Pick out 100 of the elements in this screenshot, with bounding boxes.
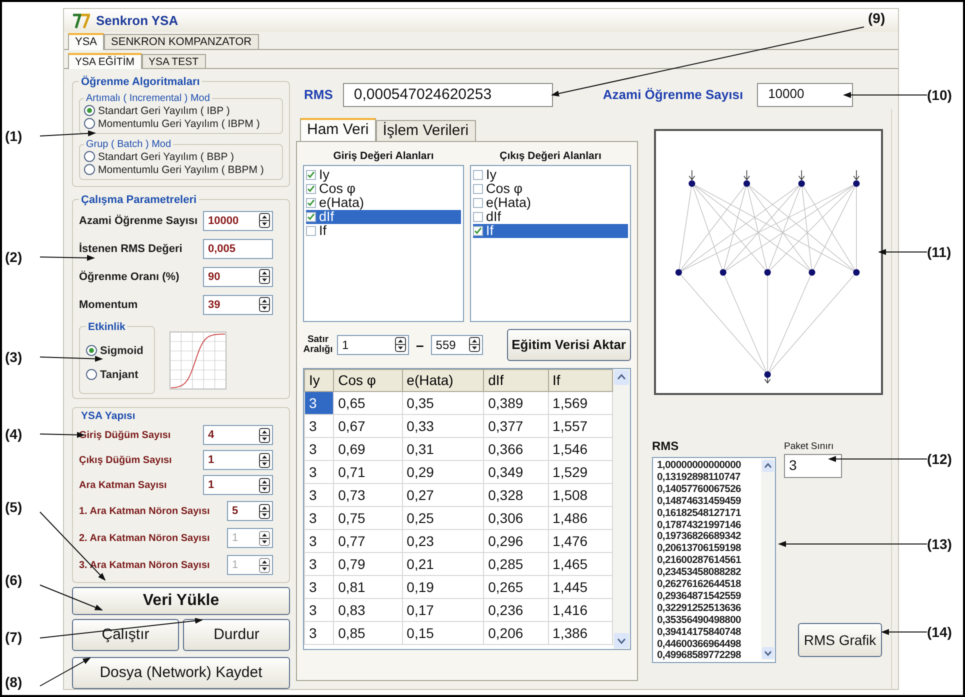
tab[interactable]: YSA	[68, 33, 104, 50]
checkbox[interactable]	[306, 184, 316, 194]
radio-button[interactable]	[84, 164, 95, 176]
max-iterations-field[interactable]: 10000	[757, 82, 854, 107]
spinner-arrows-icon[interactable]	[468, 337, 480, 352]
tab[interactable]: YSA EĞİTİM	[68, 52, 142, 69]
option-label: Sigmoid	[100, 344, 144, 357]
tab[interactable]: İşlem Verileri	[376, 120, 476, 141]
scroll-bar[interactable]	[761, 458, 775, 660]
spinner-arrows-icon[interactable]	[259, 428, 270, 443]
table-cell: 0,85	[334, 621, 402, 644]
checkbox[interactable]	[473, 198, 483, 208]
column-header[interactable]: e(Hata)	[402, 369, 484, 392]
scroll-down-icon[interactable]	[613, 632, 630, 649]
radio-button[interactable]	[86, 345, 97, 356]
spinner-arrows-icon[interactable]	[259, 297, 270, 312]
spinner-arrows-icon[interactable]	[259, 269, 270, 284]
table-cell: 0,79	[334, 552, 402, 576]
load-data-button[interactable]: Veri Yükle	[72, 586, 290, 615]
table-cell: 0,17	[402, 598, 484, 622]
spinner-arrows-icon[interactable]	[259, 452, 270, 468]
checkbox[interactable]	[306, 170, 316, 180]
radio-button[interactable]	[84, 118, 95, 130]
stop-button[interactable]: Durdur	[183, 618, 290, 651]
radio-option[interactable]: Standart Geri Yayılım ( IBP )	[84, 104, 278, 117]
option-label: Momentumlu Geri Yayılım ( IBPM )	[98, 118, 260, 130]
number-spinner[interactable]: 10000	[203, 210, 273, 231]
text-field[interactable]: 0,005	[203, 238, 273, 259]
column-header[interactable]: If	[548, 369, 612, 392]
rms-list-label: RMS	[652, 438, 680, 453]
number-spinner[interactable]: 39	[203, 294, 273, 315]
radio-button[interactable]	[84, 105, 95, 116]
scroll-up-icon[interactable]	[761, 458, 775, 473]
radio-button[interactable]	[86, 369, 97, 380]
list-item: 0,14057760067526	[657, 484, 741, 496]
radio-option[interactable]: Standart Geri Yayılım ( BBP )	[84, 150, 278, 163]
list-item: 0,17874321997146	[657, 520, 741, 532]
list-item[interactable]: If	[306, 224, 461, 238]
list-item[interactable]: Iy	[473, 168, 628, 182]
window-title: Senkron YSA	[96, 13, 178, 28]
checkbox[interactable]	[473, 170, 483, 180]
column-header[interactable]: Cos φ	[334, 369, 402, 392]
number-spinner[interactable]: 5	[227, 501, 273, 522]
list-item[interactable]: Cos φ	[306, 182, 461, 196]
transfer-data-button[interactable]: Eğitim Verisi Aktar	[506, 328, 631, 361]
tab[interactable]: YSA TEST	[142, 54, 206, 68]
table-cell: 1,508	[548, 483, 612, 506]
option-label: Standart Geri Yayılım ( IBP )	[98, 104, 230, 117]
list-item[interactable]: e(Hata)	[306, 196, 461, 210]
list-item: 0,23453458088282	[657, 567, 741, 580]
table-cell: 1,445	[548, 575, 612, 598]
list-item[interactable]: dIf	[306, 210, 461, 224]
spinner-arrows-icon[interactable]	[259, 504, 270, 519]
scroll-up-icon[interactable]	[613, 368, 630, 386]
radio-option[interactable]: Momentumlu Geri Yayılım ( IBPM )	[84, 118, 278, 130]
tab[interactable]: SENKRON KOMPANZATOR	[104, 34, 259, 49]
radio-option[interactable]: Tanjant	[86, 368, 148, 381]
rms-graph-button[interactable]: RMS Grafik	[798, 622, 882, 657]
table-cell: 0,77	[334, 529, 402, 552]
table-cell: 0,23	[402, 529, 484, 552]
column-header[interactable]: Iy	[304, 369, 334, 392]
list-item[interactable]: Cos φ	[473, 182, 628, 196]
number-spinner[interactable]: 1	[203, 450, 273, 470]
scroll-down-icon[interactable]	[761, 646, 775, 660]
list-item[interactable]: e(Hata)	[473, 196, 628, 210]
list-item[interactable]: dIf	[473, 210, 628, 224]
spinner-arrows-icon[interactable]	[259, 213, 270, 228]
table-cell: 0,206	[484, 621, 548, 644]
checkbox[interactable]	[473, 226, 483, 236]
run-button[interactable]: Çalıştır	[72, 618, 179, 651]
list-item: 0,49968589772298	[657, 650, 741, 662]
checkbox[interactable]	[306, 198, 316, 208]
batch-limit-field[interactable]: 3	[784, 454, 842, 478]
table-cell: 0,366	[484, 437, 548, 460]
column-header[interactable]: dIf	[484, 369, 548, 392]
list-item[interactable]: Iy	[306, 168, 461, 182]
number-spinner[interactable]: 1	[337, 334, 409, 355]
checkbox[interactable]	[306, 226, 316, 236]
number-spinner[interactable]: 90	[203, 266, 273, 287]
table-cell: 0,21	[402, 552, 484, 576]
number-spinner[interactable]: 1	[203, 475, 273, 496]
radio-button[interactable]	[84, 151, 95, 162]
checkbox[interactable]	[473, 212, 483, 222]
callout-arrow	[40, 254, 95, 261]
rms-field[interactable]: 0,000547024620253	[342, 82, 553, 107]
list-item: 0,32291252513636	[657, 602, 741, 615]
scroll-bar[interactable]	[613, 368, 630, 649]
checkbox[interactable]	[306, 212, 316, 222]
number-spinner[interactable]: 559	[430, 334, 483, 355]
table-cell: 3	[304, 460, 334, 484]
checkbox[interactable]	[473, 184, 483, 194]
spinner-arrows-icon[interactable]	[259, 478, 270, 493]
callout-label: (4)	[5, 426, 22, 442]
number-spinner[interactable]: 4	[203, 425, 273, 446]
spinner-arrows-icon[interactable]	[395, 337, 406, 352]
tab[interactable]: Ham Veri	[300, 118, 376, 142]
radio-option[interactable]: Sigmoid	[86, 344, 148, 357]
list-item[interactable]: If	[473, 224, 628, 238]
save-network-button[interactable]: Dosya (Network) Kaydet	[72, 656, 290, 689]
field-label: İstenen RMS Değeri	[79, 242, 184, 255]
